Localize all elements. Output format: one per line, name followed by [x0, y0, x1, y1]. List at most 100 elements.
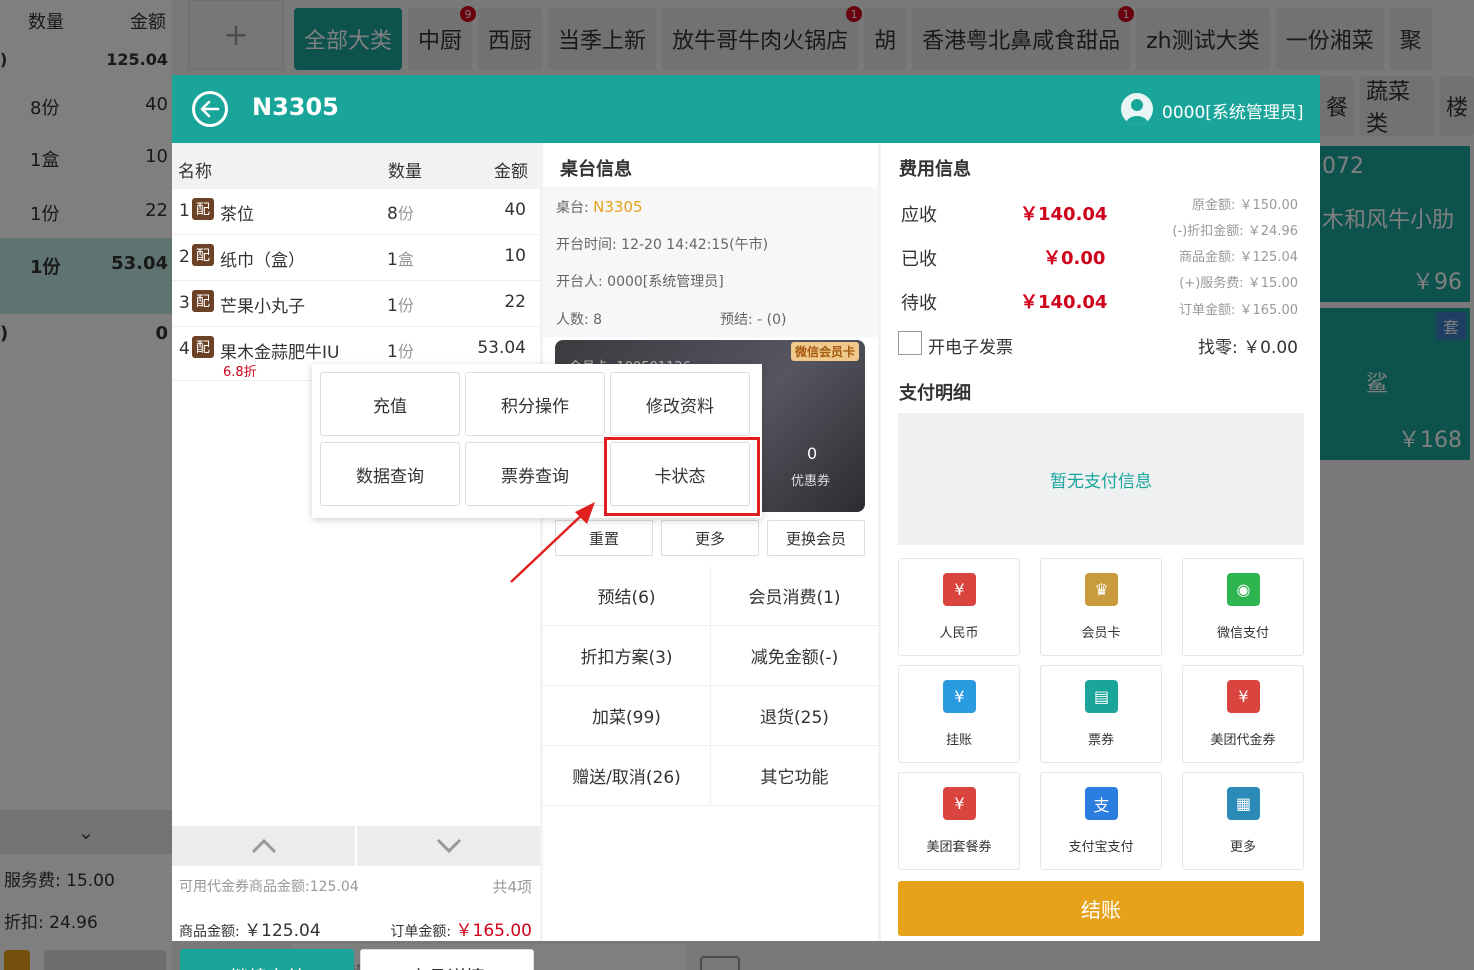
payment-method-ticket[interactable]: ▤ 票券: [1040, 665, 1162, 763]
highlight-annotation: [604, 437, 760, 516]
change-member-button[interactable]: 更换会员: [767, 520, 865, 556]
meituan-package-icon: ¥: [943, 787, 976, 820]
people-count: 人数: 8: [556, 312, 603, 328]
fee-info-title: 费用信息: [899, 159, 971, 180]
credit-icon: ¥: [943, 680, 976, 713]
function-button[interactable]: 会员消费(1): [711, 566, 878, 625]
pending-value: ￥140.04: [1020, 292, 1108, 313]
coupon-label: 优惠券: [791, 474, 831, 489]
user-avatar-icon: [1121, 93, 1153, 125]
item-name: 果木金蒜肥牛IU: [220, 343, 340, 363]
item-name: 茶位: [220, 205, 254, 225]
item-discount: 6.8折: [223, 365, 257, 380]
col-qty: 数量: [388, 162, 422, 182]
goods-detail-button[interactable]: 商品详情: [360, 949, 534, 970]
order-scroll-bar: [172, 826, 540, 866]
payment-method-label: 微信支付: [1216, 626, 1269, 641]
wechat-icon: ◉: [1227, 573, 1260, 606]
item-qty: 1份: [387, 296, 414, 316]
received-label: 已收: [901, 249, 937, 270]
voucher-query-button[interactable]: 票券查询: [465, 442, 605, 506]
checkout-button[interactable]: 结账: [898, 881, 1304, 936]
coupon-count: 0: [807, 444, 818, 463]
item-amount: 10: [504, 246, 526, 266]
function-button[interactable]: 赠送/取消(26): [543, 746, 711, 805]
meituan-voucher-icon: ¥: [1227, 680, 1260, 713]
function-button[interactable]: 退货(25): [711, 686, 878, 745]
col-name: 名称: [178, 162, 212, 182]
order-amount: 订单金额: ￥165.00: [390, 921, 532, 941]
function-button[interactable]: 折扣方案(3): [543, 626, 711, 685]
member-card-icon: ♛: [1085, 573, 1118, 606]
invoice-label: 开电子发票: [928, 338, 1013, 358]
payment-method-meituan-package[interactable]: ¥ 美团套餐券: [898, 772, 1020, 870]
order-item-row[interactable]: 2 配纸巾（盒） 1盒 10: [172, 235, 540, 281]
item-name: 纸巾（盒）: [220, 251, 305, 271]
table-info-title: 桌台信息: [560, 159, 632, 180]
payment-method-member-card[interactable]: ♛ 会员卡: [1040, 558, 1162, 656]
open-time: 开台时间: 12-20 14:42:15(午市): [556, 237, 769, 253]
function-button[interactable]: 其它功能: [711, 746, 878, 805]
payment-method-wechat[interactable]: ◉ 微信支付: [1182, 558, 1304, 656]
payment-detail-title: 支付明细: [899, 383, 971, 404]
side-dish-tag-icon: 配: [192, 336, 214, 358]
item-amount: 40: [504, 200, 526, 220]
goods-amount-detail: 商品金额: ￥125.04: [1179, 250, 1298, 265]
payment-method-credit[interactable]: ¥ 挂账: [898, 665, 1020, 763]
payment-method-label: 票券: [1087, 733, 1114, 748]
payment-method-label: 更多: [1229, 840, 1256, 855]
scroll-down-icon[interactable]: [357, 826, 540, 866]
payment-method-label: 挂账: [945, 733, 972, 748]
payment-empty-state: 暂无支付信息: [898, 413, 1304, 545]
voucher-amount: 可用代金券商品金额:125.04: [179, 879, 359, 895]
received-value: ￥0.00: [1043, 248, 1106, 269]
function-button[interactable]: 加菜(99): [543, 686, 711, 745]
item-qty: 1盒: [387, 250, 414, 270]
invoice-checkbox[interactable]: [898, 331, 922, 355]
payment-method-label: 支付宝支付: [1068, 840, 1134, 855]
continue-order-button[interactable]: 继续点单: [180, 949, 354, 970]
alipay-icon: 支: [1085, 787, 1118, 820]
annotation-arrow-icon: [510, 502, 595, 583]
modal-header: N3305 0000[系统管理员]: [172, 75, 1320, 143]
points-button[interactable]: 积分操作: [465, 372, 605, 436]
side-dish-tag-icon: 配: [192, 244, 214, 266]
payment-method-label: 美团套餐券: [926, 840, 992, 855]
payment-method-more-grid[interactable]: ▦ 更多: [1182, 772, 1304, 870]
payment-method-label: 人民币: [939, 626, 979, 641]
payment-method-rmb[interactable]: ¥ 人民币: [898, 558, 1020, 656]
payment-methods: ¥ 人民币 ♛ 会员卡 ◉ 微信支付 ¥ 挂账 ▤ 票券 ¥ 美团代金券 ¥ 美团套餐券 支支付宝支付 ▦ 更多: [898, 558, 1304, 870]
item-index: 3: [179, 293, 190, 313]
original-amount: 原金额: ￥150.00: [1192, 198, 1298, 213]
pending-label: 待收: [901, 293, 937, 314]
edit-profile-button[interactable]: 修改资料: [610, 372, 750, 436]
goods-amount: 商品金额: ￥125.04: [179, 921, 321, 941]
item-qty: 1份: [387, 342, 414, 362]
table-info-block: 桌台: N3305 开台时间: 12-20 14:42:15(午市) 开台人: …: [543, 187, 878, 337]
payment-method-alipay[interactable]: 支支付宝支付: [1040, 772, 1162, 870]
order-amount-detail: 订单金额: ￥165.00: [1179, 303, 1298, 318]
more-button[interactable]: 更多: [661, 520, 759, 556]
scroll-up-icon[interactable]: [172, 826, 355, 866]
back-arrow-icon[interactable]: [192, 91, 228, 127]
rmb-icon: ¥: [943, 573, 976, 606]
payment-method-label: 美团代金券: [1210, 733, 1276, 748]
side-dish-tag-icon: 配: [192, 198, 214, 220]
item-index: 1: [179, 201, 190, 221]
discount-amount: (-)折扣金额: ￥24.96: [1172, 224, 1298, 239]
service-fee-detail: (+)服务费: ￥15.00: [1179, 276, 1298, 291]
user-name: 0000[系统管理员]: [1162, 103, 1304, 123]
item-qty: 8份: [387, 204, 414, 224]
item-index: 2: [179, 247, 190, 267]
function-button[interactable]: 减免金额(-): [711, 626, 878, 685]
function-grid: 预结(6) 会员消费(1) 折扣方案(3) 减免金额(-) 加菜(99) 退货(25) 赠送…: [543, 566, 878, 806]
payment-method-meituan-voucher[interactable]: ¥ 美团代金券: [1182, 665, 1304, 763]
table-no: 桌台: N3305: [556, 198, 643, 216]
recharge-button[interactable]: 充值: [320, 372, 460, 436]
data-query-button[interactable]: 数据查询: [320, 442, 460, 506]
order-item-row[interactable]: 3 配芒果小丸子 1份 22: [172, 281, 540, 327]
order-item-row[interactable]: 1 配茶位 8份 40: [172, 189, 540, 235]
item-count: 共4项: [492, 878, 532, 896]
table-title: N3305: [252, 93, 339, 121]
more-grid-icon: ▦: [1227, 787, 1260, 820]
